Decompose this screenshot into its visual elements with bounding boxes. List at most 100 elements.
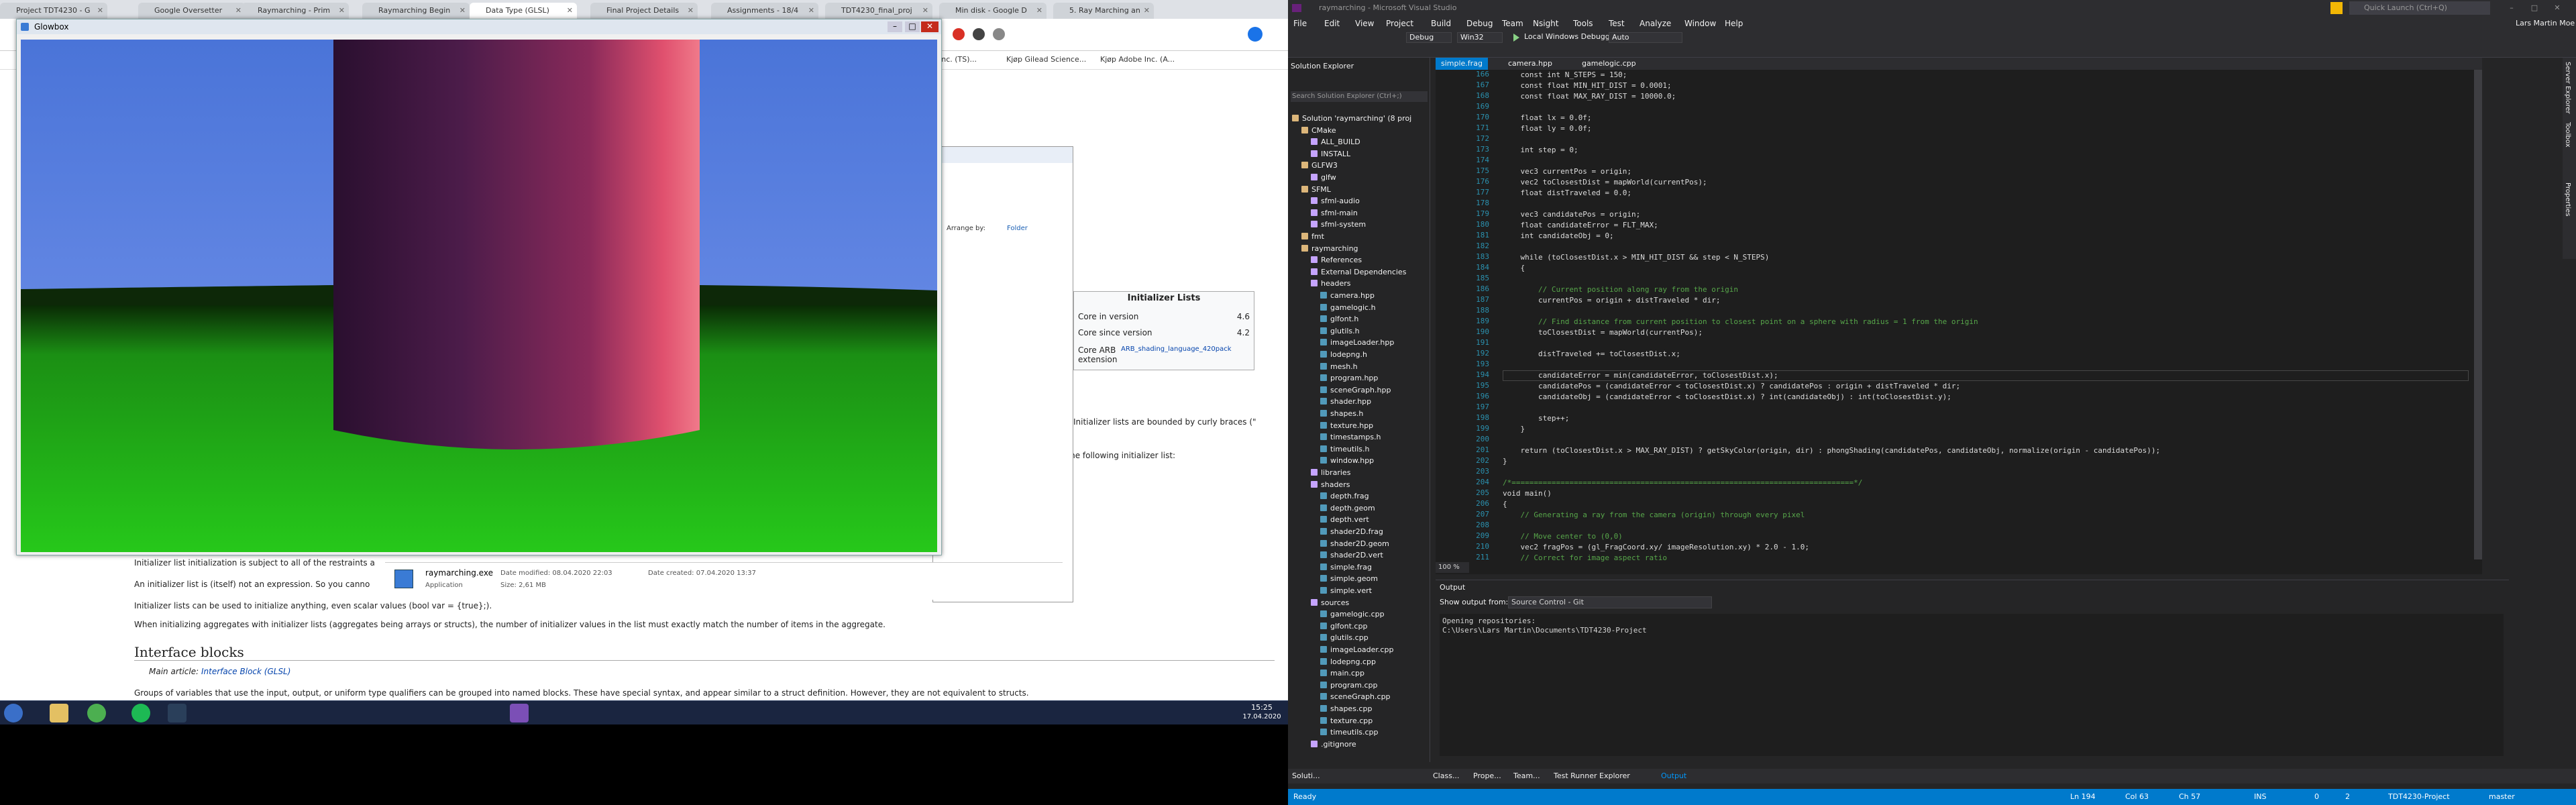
solution-tree-item[interactable]: glfw bbox=[1311, 172, 1336, 183]
start-button[interactable] bbox=[4, 704, 23, 722]
solution-tree-item[interactable]: mesh.h bbox=[1320, 361, 1358, 372]
browser-tab[interactable]: Assignments - 18/4 ✕ bbox=[711, 3, 818, 19]
tab-close-icon[interactable]: ✕ bbox=[1144, 3, 1150, 19]
solution-tree-item[interactable]: texture.cpp bbox=[1320, 715, 1373, 727]
start-debug-icon[interactable] bbox=[1513, 34, 1519, 42]
arrange-by-dropdown[interactable]: Folder bbox=[1007, 225, 1028, 232]
solution-tree-item[interactable]: External Dependencies bbox=[1311, 266, 1406, 278]
solution-tree-item[interactable]: gamelogic.cpp bbox=[1320, 608, 1385, 620]
solution-tree-item[interactable]: simple.vert bbox=[1320, 585, 1372, 596]
debugger-mode-dropdown[interactable]: Auto bbox=[1609, 32, 1682, 43]
editor-tab-active[interactable]: simple.frag bbox=[1436, 58, 1488, 70]
right-rail-tab[interactable]: Toolbox bbox=[2564, 122, 2571, 148]
bottom-tool-tab[interactable]: Output bbox=[1661, 771, 1686, 780]
solution-search-input[interactable]: Search Solution Explorer (Ctrl+;) bbox=[1291, 91, 1428, 102]
window-close-button[interactable]: ✕ bbox=[2549, 0, 2565, 16]
solution-tree-item[interactable]: GLFW3 bbox=[1301, 160, 1338, 171]
info-row-link[interactable]: ARB_shading_language_420pack bbox=[1121, 345, 1232, 353]
bottom-tool-tab[interactable]: Soluti... bbox=[1292, 771, 1320, 780]
menu-item-window[interactable]: Window bbox=[1684, 19, 1716, 28]
editor-tab[interactable]: camera.hpp bbox=[1503, 58, 1558, 70]
right-rail-tab[interactable]: Properties bbox=[2564, 182, 2571, 217]
solution-tree-item[interactable]: depth.frag bbox=[1320, 490, 1369, 502]
editor-tab[interactable]: gamelogic.cpp bbox=[1576, 58, 1642, 70]
solution-tree-item[interactable]: glfont.cpp bbox=[1320, 621, 1367, 632]
solution-tree-item[interactable]: raymarching bbox=[1301, 243, 1358, 254]
window-maximize-button[interactable]: □ bbox=[2526, 0, 2542, 16]
solution-tree-item[interactable]: timeutils.cpp bbox=[1320, 727, 1379, 738]
browser-tab[interactable]: Final Project Details ✕ bbox=[590, 3, 698, 19]
solution-tree-item[interactable]: References bbox=[1311, 254, 1362, 266]
solution-tree-item[interactable]: INSTALL bbox=[1311, 148, 1350, 160]
solution-tree-item[interactable]: imageLoader.hpp bbox=[1320, 337, 1394, 348]
solution-tree-item[interactable]: sfml-system bbox=[1311, 219, 1366, 230]
solution-tree-item[interactable]: headers bbox=[1311, 278, 1350, 289]
tab-close-icon[interactable]: ✕ bbox=[235, 3, 241, 19]
notification-flag-icon[interactable] bbox=[2330, 2, 2343, 14]
solution-tree-item[interactable]: camera.hpp bbox=[1320, 290, 1375, 301]
tab-close-icon[interactable]: ✕ bbox=[339, 3, 345, 19]
solution-tree-item[interactable]: sceneGraph.cpp bbox=[1320, 691, 1391, 702]
solution-tree-item[interactable]: fmt bbox=[1301, 231, 1324, 242]
bottom-tool-tab[interactable]: Prope... bbox=[1473, 771, 1501, 780]
solution-tree-item[interactable]: sfml-audio bbox=[1311, 195, 1360, 207]
menu-item-tools[interactable]: Tools bbox=[1573, 19, 1593, 28]
solution-tree-item[interactable]: sfml-main bbox=[1311, 207, 1358, 219]
tab-close-icon[interactable]: ✕ bbox=[1036, 3, 1042, 19]
browser-tab[interactable]: Min disk - Google D ✕ bbox=[939, 3, 1046, 19]
platform-dropdown[interactable]: Win32 bbox=[1457, 32, 1503, 43]
quick-launch-input[interactable]: Quick Launch (Ctrl+Q) bbox=[2349, 1, 2490, 15]
solution-tree-item[interactable]: lodepng.h bbox=[1320, 349, 1367, 360]
bookmark[interactable]: Kjøp Gilead Science... bbox=[1006, 55, 1086, 64]
solution-tree-item[interactable]: Solution 'raymarching' (8 proj bbox=[1292, 113, 1411, 124]
menu-item-help[interactable]: Help bbox=[1725, 19, 1743, 28]
solution-tree-item[interactable]: program.hpp bbox=[1320, 372, 1378, 384]
menu-item-analyze[interactable]: Analyze bbox=[1640, 19, 1671, 28]
solution-tree-item[interactable]: gamelogic.h bbox=[1320, 302, 1376, 313]
solution-tree-item[interactable]: shader2D.geom bbox=[1320, 538, 1389, 549]
solution-tree-item[interactable]: simple.frag bbox=[1320, 561, 1372, 573]
solution-tree-item[interactable]: shaders bbox=[1311, 479, 1350, 490]
menu-item-view[interactable]: View bbox=[1355, 19, 1374, 28]
tab-close-icon[interactable]: ✕ bbox=[97, 3, 103, 19]
maximize-button[interactable]: □ bbox=[905, 21, 920, 32]
menu-item-team[interactable]: Team bbox=[1502, 19, 1523, 28]
solution-tree-item[interactable]: sceneGraph.hpp bbox=[1320, 384, 1391, 396]
extension-icon[interactable] bbox=[973, 28, 985, 40]
solution-tree-item[interactable]: program.cpp bbox=[1320, 680, 1377, 691]
solution-tree-item[interactable]: .gitignore bbox=[1311, 739, 1356, 750]
solution-tree-item[interactable]: glutils.h bbox=[1320, 325, 1360, 337]
menu-item-file[interactable]: File bbox=[1293, 19, 1307, 28]
solution-tree-item[interactable]: shader2D.frag bbox=[1320, 526, 1383, 537]
extension-icon[interactable] bbox=[993, 28, 1005, 40]
glowbox-titlebar[interactable]: Glowbox – □ ✕ bbox=[17, 19, 941, 34]
solution-tree-item[interactable]: timeutils.h bbox=[1320, 443, 1369, 455]
browser-tab[interactable]: Google Oversetter ✕ bbox=[138, 3, 246, 19]
render-viewport[interactable] bbox=[21, 40, 937, 552]
tab-close-icon[interactable]: ✕ bbox=[922, 3, 928, 19]
profile-avatar[interactable] bbox=[1248, 27, 1263, 42]
browser-tab[interactable]: Project TDT4230 - G ✕ bbox=[0, 3, 107, 19]
menu-item-edit[interactable]: Edit bbox=[1324, 19, 1340, 28]
solution-tree-item[interactable]: ALL_BUILD bbox=[1311, 136, 1360, 148]
solution-tree-item[interactable]: window.hpp bbox=[1320, 455, 1374, 466]
zoom-level[interactable]: 100 % bbox=[1436, 562, 1469, 573]
tab-close-icon[interactable]: ✕ bbox=[460, 3, 466, 19]
tab-close-icon[interactable]: ✕ bbox=[688, 3, 694, 19]
solution-tree-item[interactable]: libraries bbox=[1311, 467, 1350, 478]
bottom-tool-tab[interactable]: Class... bbox=[1433, 771, 1459, 780]
solution-tree-item[interactable]: texture.hpp bbox=[1320, 420, 1373, 431]
menu-item-test[interactable]: Test bbox=[1609, 19, 1625, 28]
solution-tree-item[interactable]: shapes.cpp bbox=[1320, 703, 1372, 714]
output-source-dropdown[interactable]: Source Control - Git bbox=[1508, 596, 1712, 608]
solution-tree-item[interactable]: shader2D.vert bbox=[1320, 549, 1383, 561]
minimize-button[interactable]: – bbox=[888, 21, 902, 32]
solution-tree-item[interactable]: lodepng.cpp bbox=[1320, 656, 1376, 667]
spotify-taskbar-icon[interactable] bbox=[131, 704, 150, 722]
bookmark[interactable]: Kjøp Adobe Inc. (A... bbox=[1100, 55, 1175, 64]
configuration-dropdown[interactable]: Debug bbox=[1406, 32, 1452, 43]
solution-tree-item[interactable]: sources bbox=[1311, 597, 1349, 608]
editor-vertical-scrollbar[interactable] bbox=[2474, 70, 2482, 559]
output-text[interactable]: Opening repositories: C:\Users\Lars Mart… bbox=[1440, 614, 2504, 756]
browser-tab[interactable]: 5. Ray Marching an ✕ bbox=[1053, 3, 1154, 19]
